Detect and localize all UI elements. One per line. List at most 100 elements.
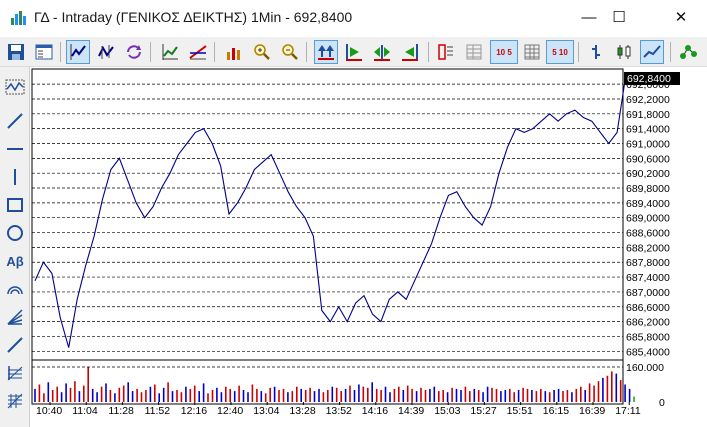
candle-chart-button[interactable] xyxy=(612,40,636,64)
close-button[interactable]: ✕ xyxy=(658,0,704,34)
close-icon: ✕ xyxy=(674,9,688,26)
maximize-button[interactable]: ☐ xyxy=(596,0,642,34)
grid-button[interactable] xyxy=(462,40,486,64)
price-axis-label: 689,8000 xyxy=(626,183,670,195)
channel-tool-icon xyxy=(7,337,23,353)
network-button[interactable] xyxy=(676,40,700,64)
price-axis-label: 689,0000 xyxy=(626,213,670,225)
window-title: ΓΔ - Intraday (ΓΕΝΙΚΟΣ ΔΕΙΚΤΗΣ) 1Min - 6… xyxy=(34,9,353,25)
volume-axis-label: 160.000 xyxy=(626,362,664,374)
time-axis-label: 17:11 xyxy=(615,405,641,417)
time-axis-label: 12:40 xyxy=(217,405,243,417)
quote-510-icon: 5 10 xyxy=(552,47,568,57)
scroll-both-button[interactable] xyxy=(314,40,338,64)
bar-chart-button[interactable] xyxy=(584,40,608,64)
toolbar-separator xyxy=(428,42,429,62)
price-axis-label: 687,8000 xyxy=(626,257,670,269)
time-axis-label: 11:28 xyxy=(108,405,134,417)
price-axis-label: 691,4000 xyxy=(626,124,670,136)
chart-frame xyxy=(31,68,624,405)
candlestick-chart-icon xyxy=(98,45,114,59)
channel-tool-button[interactable] xyxy=(3,333,27,357)
toolbar-separator xyxy=(214,42,215,62)
toolbar-separator xyxy=(150,42,151,62)
time-axis-label: 13:04 xyxy=(253,405,279,417)
bar-chart-icon xyxy=(592,45,600,59)
volume-axis-label: 0 xyxy=(659,397,665,409)
ellipse-tool-icon xyxy=(7,225,23,241)
toolbar-separator xyxy=(670,42,671,62)
fan-tool-icon xyxy=(7,309,23,325)
arc-tool-button[interactable] xyxy=(3,277,27,301)
time-axis-label: 13:52 xyxy=(326,405,352,417)
scroll-left-button[interactable] xyxy=(398,40,422,64)
price-axis-label: 688,2000 xyxy=(626,242,670,254)
current-price-label: 692,8400 xyxy=(627,73,671,85)
vertical-line-button[interactable] xyxy=(3,165,27,189)
scroll-right-button[interactable] xyxy=(342,40,366,64)
text-tool-button[interactable]: Aβ xyxy=(3,249,27,273)
horizontal-line-icon xyxy=(7,148,23,150)
price-axis-label: 690,6000 xyxy=(626,153,670,165)
price-axis-label: 687,4000 xyxy=(626,272,670,284)
intraday-chart[interactable]: 692,6000692,2000691,8000691,4000691,0000… xyxy=(30,67,707,427)
volume-button[interactable] xyxy=(222,40,246,64)
time-axis-label: 15:03 xyxy=(434,405,460,417)
scroll-center-button[interactable] xyxy=(370,40,394,64)
price-axis-label: 690,2000 xyxy=(626,168,670,180)
time-axis-label: 16:39 xyxy=(579,405,605,417)
grid-tool-button[interactable] xyxy=(3,389,27,413)
line-tool-button[interactable] xyxy=(3,109,27,133)
quote-5-10-icon: 10 5 xyxy=(496,47,512,57)
price-axis-label: 687,0000 xyxy=(626,287,670,299)
time-axis-label: 10:40 xyxy=(36,405,62,417)
indicator-button[interactable] xyxy=(158,40,182,64)
minimize-icon: — xyxy=(581,8,597,26)
zoom-out-button[interactable] xyxy=(278,40,302,64)
ellipse-tool-button[interactable] xyxy=(3,221,27,245)
fan-tool-button[interactable] xyxy=(3,305,27,329)
grid-2-button[interactable] xyxy=(520,40,544,64)
toolbar-separator xyxy=(60,42,61,62)
grid-tool-icon xyxy=(7,393,23,409)
candlestick-chart-button[interactable] xyxy=(94,40,118,64)
line-chart-mode-icon xyxy=(643,45,661,58)
save-icon xyxy=(8,44,24,60)
price-axis-label: 688,6000 xyxy=(626,228,670,240)
time-axis-label: 11:52 xyxy=(145,405,171,417)
trendline-button[interactable] xyxy=(186,40,210,64)
scroll-center-icon xyxy=(374,45,390,61)
quote-5-10-button[interactable]: 5 10 xyxy=(546,40,574,64)
curve-tool-button[interactable] xyxy=(3,75,27,99)
time-axis-label: 12:16 xyxy=(181,405,207,417)
properties-button[interactable] xyxy=(32,40,56,64)
line-chart-icon xyxy=(70,44,86,60)
zoom-in-icon xyxy=(254,44,270,60)
time-axis-label: 15:27 xyxy=(470,405,496,417)
line-chart-mode-button[interactable] xyxy=(640,40,664,64)
vertical-line-icon xyxy=(14,169,16,185)
time-axis-label: 14:16 xyxy=(362,405,388,417)
refresh-button[interactable] xyxy=(122,40,146,64)
grid-icon xyxy=(466,44,482,60)
fib-tool-button[interactable] xyxy=(3,361,27,385)
rectangle-tool-button[interactable] xyxy=(3,193,27,217)
quote-10-5-button[interactable]: 10 5 xyxy=(490,40,518,64)
chart-area[interactable]: 692,6000 692,2000 691,8000 691,4000 691,0000… xyxy=(30,67,707,427)
save-button[interactable] xyxy=(4,40,28,64)
scroll-both-icon xyxy=(318,45,334,60)
properties-icon xyxy=(35,44,53,60)
time-axis-label: 13:28 xyxy=(289,405,315,417)
indicator-icon xyxy=(162,44,178,60)
scroll-right-icon xyxy=(346,44,362,61)
horizontal-line-button[interactable] xyxy=(3,137,27,161)
line-tool-icon xyxy=(7,113,23,129)
zoom-in-button[interactable] xyxy=(250,40,274,64)
toolbar-separator xyxy=(306,42,307,62)
scroll-left-icon xyxy=(402,44,418,61)
network-icon xyxy=(680,45,697,59)
toolbar: 10 5 5 10 xyxy=(0,37,707,67)
line-chart-button[interactable] xyxy=(66,40,90,64)
drawing-tools-panel: Aβ xyxy=(0,67,30,427)
decimals-button[interactable] xyxy=(434,40,458,64)
